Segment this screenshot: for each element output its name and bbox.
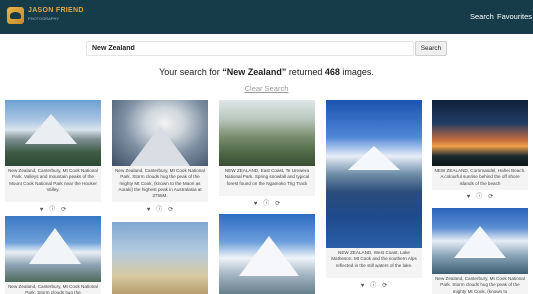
- brand-subtitle: PHOTOGRAPHY: [28, 16, 60, 21]
- brand-logo[interactable]: JASON FRIEND PHOTOGRAPHY: [7, 6, 83, 28]
- search-input[interactable]: [86, 41, 414, 56]
- heart-icon[interactable]: ♥: [361, 283, 365, 289]
- share-icon[interactable]: ⟳: [382, 282, 387, 289]
- info-icon[interactable]: ⓘ: [156, 204, 162, 213]
- share-icon[interactable]: ⟳: [275, 200, 280, 207]
- heart-icon[interactable]: ♥: [147, 207, 151, 213]
- heart-icon[interactable]: ♥: [40, 207, 44, 213]
- clear-search-link[interactable]: Clear Search: [245, 84, 289, 93]
- card-caption: NEW ZEALAND, West Coast, Lake Matheson. …: [326, 248, 422, 278]
- share-icon[interactable]: ⟳: [61, 206, 66, 213]
- card-caption: New Zealand, Canterbury, Mt Cook Nationa…: [432, 274, 528, 294]
- card-actions: ♥ ⓘ ⟳: [112, 204, 208, 213]
- card-image[interactable]: [326, 100, 422, 248]
- heart-icon[interactable]: ♥: [254, 201, 258, 207]
- logo-icon: [7, 7, 24, 24]
- card-caption: New Zealand, Canterbury, Mt Cook Nationa…: [5, 282, 101, 294]
- card-image[interactable]: [5, 100, 101, 166]
- card-caption: NEW ZEALAND, East Coast, Te Urewera Nati…: [219, 166, 315, 196]
- top-navbar: JASON FRIEND PHOTOGRAPHY Search Favourit…: [0, 0, 533, 34]
- results-middle: returned: [286, 67, 325, 77]
- card-image[interactable]: [432, 100, 528, 166]
- card-actions: ♥ ⓘ ⟳: [326, 280, 422, 289]
- nav-favourites-link[interactable]: Favourites: [497, 12, 532, 21]
- card-actions: ♥ ⓘ ⟳: [5, 204, 101, 213]
- brand-title: JASON FRIEND: [28, 7, 84, 14]
- card-image[interactable]: [432, 208, 528, 274]
- share-icon[interactable]: ⟳: [168, 206, 173, 213]
- info-icon[interactable]: ⓘ: [476, 191, 482, 200]
- card-actions: ♥ ⓘ ⟳: [219, 198, 315, 207]
- results-suffix: images.: [339, 67, 374, 77]
- info-icon[interactable]: ⓘ: [49, 204, 55, 213]
- results-query: “New Zealand”: [222, 67, 287, 77]
- card-image[interactable]: [219, 214, 315, 294]
- info-icon[interactable]: ⓘ: [370, 280, 376, 289]
- card-caption: New Zealand, Canterbury, Mt Cook Nationa…: [5, 166, 101, 202]
- card-image[interactable]: [5, 216, 101, 282]
- card-actions: ♥ ⓘ ⟳: [432, 191, 528, 200]
- results-summary: Your search for “New Zealand” returned 4…: [0, 67, 533, 77]
- results-prefix: Your search for: [159, 67, 223, 77]
- share-icon[interactable]: ⟳: [488, 193, 493, 200]
- search-button[interactable]: Search: [415, 41, 447, 56]
- clear-search-container: Clear Search: [0, 84, 533, 93]
- card-caption: New Zealand, Canterbury, Mt Cook Nationa…: [112, 166, 208, 202]
- results-count: 468: [324, 67, 340, 77]
- card-caption: NEW ZEALAND, Coromandel, Hahei Beach. A …: [432, 166, 528, 190]
- heart-icon[interactable]: ♥: [467, 194, 471, 200]
- info-icon[interactable]: ⓘ: [263, 198, 269, 207]
- card-image[interactable]: [112, 100, 208, 166]
- card-image[interactable]: [219, 100, 315, 166]
- nav-search-link[interactable]: Search: [470, 12, 494, 21]
- card-image[interactable]: [112, 222, 208, 294]
